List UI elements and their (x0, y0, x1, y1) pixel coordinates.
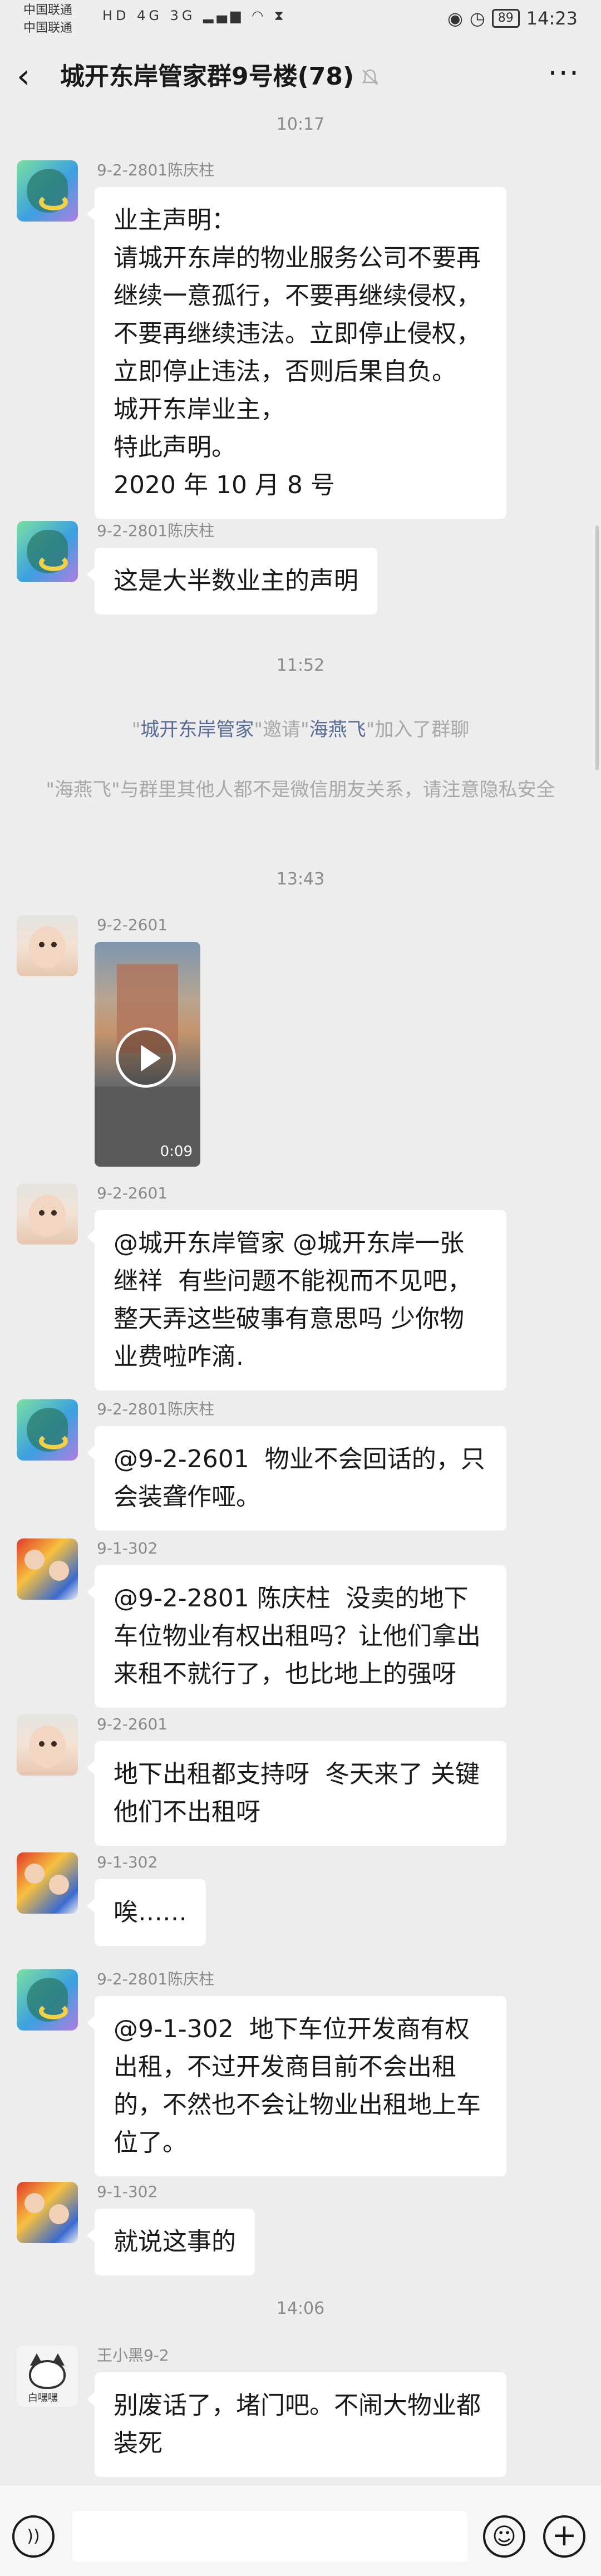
sender-name: 9-1-302 (97, 1853, 158, 1871)
invitee-link[interactable]: 海燕飞 (309, 719, 366, 741)
video-duration: 0:09 (160, 1143, 193, 1160)
wifi-icon: ◠ (252, 8, 267, 23)
message-bubble[interactable]: 唉…… (87, 1879, 206, 1946)
bell-muted-icon (362, 69, 378, 85)
system-privacy-notice: "海燕飞"与群里其他人都不是微信朋友关系，请注意隐私安全 (46, 779, 555, 801)
kids-avatar[interactable] (17, 1538, 78, 1600)
chat-header: ‹ 城开东岸管家群9号楼(78) ··· (0, 40, 601, 114)
timestamp: 14:06 (276, 2299, 325, 2318)
message-bubble[interactable]: 地下出租都支持呀 冬天来了 关键他们不出租呀 (87, 1741, 506, 1846)
message-bubble[interactable]: 别废话了，堵门吧。不闹大物业都装死 (87, 2372, 506, 2477)
dragon-avatar[interactable] (17, 160, 78, 222)
timestamp: 13:43 (276, 869, 325, 889)
avatar-caption: 白嘿嘿 (28, 2392, 58, 2404)
dragon-avatar[interactable] (17, 521, 78, 582)
dragon-avatar[interactable] (17, 1969, 78, 2031)
video-message[interactable]: 0:09 (95, 942, 200, 1167)
plus-icon[interactable]: + (543, 2515, 585, 2558)
timestamp: 11:52 (276, 656, 325, 675)
message-bubble[interactable]: 这是大半数业主的声明 (87, 548, 377, 614)
sender-name: 9-1-302 (97, 2182, 158, 2201)
voice-icon[interactable]: )) (12, 2515, 55, 2558)
sender-name: 9-2-2801陈庆柱 (97, 161, 215, 179)
chat-area[interactable]: 10:17 9-2-2801陈庆柱 业主声明： 请城开东岸的物业服务公司不要再继… (0, 114, 601, 2485)
hourglass-icon: ⧗ (274, 8, 287, 23)
message-bubble[interactable]: 就说这事的 (87, 2209, 255, 2275)
baby-avatar[interactable] (17, 915, 78, 976)
sender-name: 9-2-2601 (97, 1715, 168, 1733)
message-bubble[interactable]: @城开东岸管家 @城开东岸一张继祥 有些问题不能视而不见吧， 整天弄这些破事有意… (87, 1210, 506, 1390)
carrier-label-2: 中国联通 (23, 21, 73, 35)
play-icon[interactable] (116, 1028, 176, 1088)
status-time: 14:23 (526, 8, 578, 29)
kids-avatar[interactable] (17, 1852, 78, 1914)
battery-indicator: 89 (491, 9, 520, 28)
sender-name: 9-2-2601 (97, 1184, 168, 1202)
emoji-icon[interactable]: ☺ (483, 2515, 525, 2558)
sender-name: 王小黑9-2 (97, 2346, 169, 2364)
scrollbar[interactable] (595, 525, 599, 770)
message-bubble[interactable]: @9-1-302 地下车位开发商有权出租，不过开发商目前不会出租的，不然也不会让… (87, 1996, 506, 2176)
sender-name: 9-2-2801陈庆柱 (97, 1400, 215, 1418)
inviter-link[interactable]: 城开东岸管家 (140, 719, 254, 741)
more-dots-icon[interactable]: ··· (548, 57, 580, 90)
message-bubble[interactable]: 业主声明： 请城开东岸的物业服务公司不要再继续一意孤行，不要再继续侵权，不要再继… (87, 187, 506, 519)
chat-title: 城开东岸管家群9号楼(78) (60, 62, 354, 91)
system-invite-notice: "城开东岸管家"邀请"海燕飞"加入了群聊 (131, 719, 470, 741)
carrier-label-1: 中国联通 (23, 3, 73, 17)
sender-name: 9-2-2801陈庆柱 (97, 1970, 215, 1988)
network-type-text: HD 4G 3G (102, 8, 196, 23)
baby-avatar[interactable] (17, 1714, 78, 1776)
signal-icons: HD 4G 3G ▂▄▆ ◠ ⧗ (102, 8, 287, 23)
baby-avatar[interactable] (17, 1183, 78, 1245)
signal-icon: ▂▄▆ (203, 8, 244, 23)
message-bubble[interactable]: @9-2-2601 物业不会回话的，只会装聋作哑。 (87, 1426, 506, 1531)
eye-icon: ◉ (447, 8, 463, 29)
timestamp: 10:17 (276, 115, 325, 134)
cat-avatar[interactable]: 白嘿嘿 (17, 2346, 78, 2407)
sender-name: 9-1-302 (97, 1539, 158, 1557)
back-arrow-icon[interactable]: ‹ (17, 57, 43, 96)
alarm-icon: ◷ (469, 8, 485, 29)
dragon-avatar[interactable] (17, 1399, 78, 1461)
status-bar: 中国联通 中国联通 HD 4G 3G ▂▄▆ ◠ ⧗ ◉ ◷ 89 14:23 (0, 0, 601, 40)
sender-name: 9-2-2601 (97, 916, 168, 934)
message-input[interactable] (72, 2511, 467, 2562)
sender-name: 9-2-2801陈庆柱 (97, 522, 215, 540)
message-bubble[interactable]: @9-2-2801 陈庆柱 没卖的地下车位物业有权出租吗？让他们拿出来租不就行了… (87, 1565, 506, 1708)
input-bar: )) ☺ + (0, 2485, 601, 2576)
status-right: ◉ ◷ 89 14:23 (447, 8, 578, 29)
kids-avatar[interactable] (17, 2182, 78, 2243)
